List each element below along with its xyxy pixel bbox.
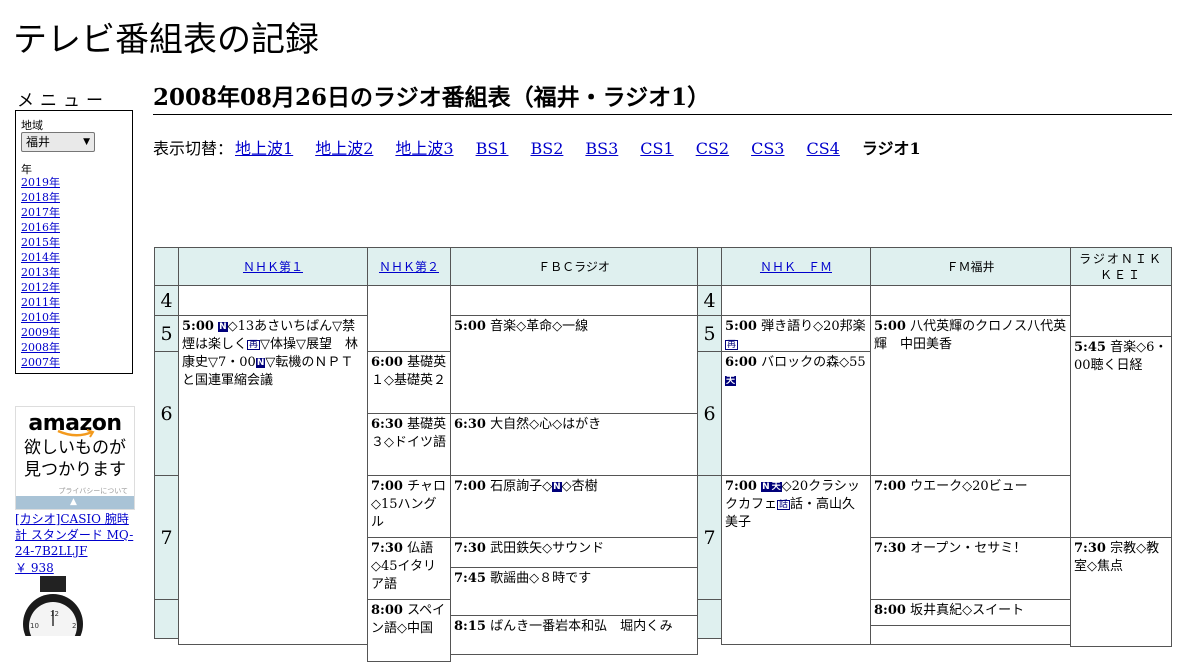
weather-badge-icon: 天 [725,376,737,386]
program-fmfukui-0800[interactable]: 8:00 坂井真紀◇スイート [870,599,1071,626]
program-text: ばんき一番岩本和弘 堀内くみ [490,619,673,634]
program-time: 7:00 [371,479,403,494]
hour-5-left: 5 [154,315,179,352]
empty-slot [450,285,698,316]
program-time: 7:30 [454,541,486,556]
news-badge-icon: N [255,358,266,368]
hour-4-mid: 4 [697,285,722,316]
program-time: 5:45 [1074,340,1106,355]
channel-link-nhk1[interactable]: ＮＨＫ第１ [243,259,303,275]
channel-name-nikkei: ラジオＮＩＫＫＥＩ [1079,251,1163,282]
program-time: 8:15 [454,619,486,634]
program-time: 7:45 [454,571,486,586]
program-text: 石原詢子◇ [490,479,553,494]
program-time: 5:00 [725,319,757,334]
program-fmfukui-0730[interactable]: 7:30 オープン・セサミ！ [870,537,1071,600]
empty-slot [178,285,368,316]
program-text: オープン・セサミ！ [910,541,1027,556]
program-fbc-0745[interactable]: 7:45 歌謡曲◇８時です [450,567,698,616]
rebroadcast-badge-icon: 再 [247,340,261,350]
channel-link-nhkfm[interactable]: ＮＨＫ ＦＭ [760,259,832,275]
program-time: 5:00 [874,319,906,334]
channel-header-nhkfm: ＮＨＫ ＦＭ [721,247,871,286]
program-text: 音楽◇革命◇一線 [490,319,589,334]
talk-badge-icon: 話 [777,500,791,510]
program-time: 8:00 [371,603,403,618]
schedule-grid: ＮＨＫ第１ ＮＨＫ第２ ＦＢＣラジオ ＮＨＫ ＦＭ ＦＭ福井 ラジオＮＩＫＫＥＩ… [0,0,1200,662]
program-nhk2-0630[interactable]: 6:30 基礎英３◇ドイツ語 [367,413,451,476]
empty-slot [721,285,871,316]
program-nhk2-0700[interactable]: 7:00 チャロ◇15ハングル [367,475,451,538]
program-fbc-0700[interactable]: 7:00 石原詢子◇N◇杏樹 [450,475,698,538]
empty-slot [870,625,1071,645]
program-nhk2-0730[interactable]: 7:30 仏語◇45イタリア語 [367,537,451,600]
program-fbc-0630[interactable]: 6:30 大自然◇心◇はがき [450,413,698,476]
program-time: 7:00 [874,479,906,494]
empty-slot [870,285,1071,316]
rebroadcast-badge-icon: 再 [725,340,739,350]
hour-8-left [154,599,179,639]
news-badge-icon: N [218,322,228,332]
program-time: 5:00 [182,319,214,334]
program-time: 7:30 [371,541,403,556]
news-badge-icon: N [552,482,562,492]
program-fbc-0730[interactable]: 7:30 武田鉄矢◇サウンド [450,537,698,568]
program-time: 7:30 [874,541,906,556]
hour-8-mid [697,599,722,639]
channel-header-nhk1: ＮＨＫ第１ [178,247,368,286]
program-text: 坂井真紀◇スイート [910,603,1025,618]
hour-7-left: 7 [154,475,179,600]
channel-name-fbc: ＦＢＣラジオ [538,259,610,274]
program-text: ◇杏樹 [561,479,598,494]
program-nhkfm-0500[interactable]: 5:00 弾き語り◇20邦楽再 [721,315,871,352]
channel-name-fmfukui: ＦＭ福井 [946,259,995,274]
program-nhkfm-0600[interactable]: 6:00 バロックの森◇55 天 [721,351,871,476]
hour-4-left: 4 [154,285,179,316]
program-nikkei-0730[interactable]: 7:30 宗教◇教室◇焦点 [1070,537,1172,647]
program-nhk1-0500[interactable]: 5:00 N◇13あさいちばん▽禁煙は楽しく再 ▽体操▽展望 林康史▽7・00N▽… [178,315,368,645]
news-badge-icon: N [761,482,771,492]
program-time: 7:00 [454,479,486,494]
channel-header-nhk2: ＮＨＫ第２ [367,247,451,286]
channel-link-nhk2[interactable]: ＮＨＫ第２ [379,259,439,275]
weather-badge-icon: 天 [770,482,782,492]
program-nhk2-0600[interactable]: 6:00 基礎英１◇基礎英２ [367,351,451,414]
program-fmfukui-0700[interactable]: 7:00 ウエーク◇20ビュー [870,475,1071,538]
program-nhk2-0800[interactable]: 8:00 スペイン語◇中国 [367,599,451,662]
corner-cell [154,247,179,286]
channel-header-nikkei: ラジオＮＩＫＫＥＩ [1070,247,1172,286]
hour-6-mid: 6 [697,351,722,476]
program-nikkei-0545[interactable]: 5:45 音楽◇6・00聴く日経 [1070,336,1172,538]
program-text: ウエーク◇20ビュー [910,479,1028,494]
empty-slot [1070,285,1172,337]
program-fmfukui-0500[interactable]: 5:00 八代英輝のクロノス八代英輝 中田美香 [870,315,1071,476]
program-time: 6:00 [725,355,757,370]
program-time: 6:00 [371,355,403,370]
channel-header-fbc: ＦＢＣラジオ [450,247,698,286]
hour-5-mid: 5 [697,315,722,352]
program-time: 6:30 [454,417,486,432]
empty-slot [367,285,451,352]
hour-6-left: 6 [154,351,179,476]
program-time: 7:30 [1074,541,1106,556]
program-text: 大自然◇心◇はがき [490,417,602,432]
program-fbc-0500[interactable]: 5:00 音楽◇革命◇一線 [450,315,698,414]
program-time: 5:00 [454,319,486,334]
program-text: バロックの森◇55 [761,355,866,370]
program-nhkfm-0700[interactable]: 7:00 N 天◇20クラシックカフェ話話・高山久美子 [721,475,871,645]
program-text: 弾き語り◇20邦楽 [761,319,866,334]
program-time: 6:30 [371,417,403,432]
corner-cell-2 [697,247,722,286]
program-time: 7:00 [725,479,757,494]
program-text: 武田鉄矢◇サウンド [490,541,605,556]
program-text: 歌謡曲◇８時です [490,571,592,586]
program-fbc-0815[interactable]: 8:15 ばんき一番岩本和弘 堀内くみ [450,615,698,655]
program-time: 8:00 [874,603,906,618]
hour-7-mid: 7 [697,475,722,600]
channel-header-fmfukui: ＦＭ福井 [870,247,1071,286]
